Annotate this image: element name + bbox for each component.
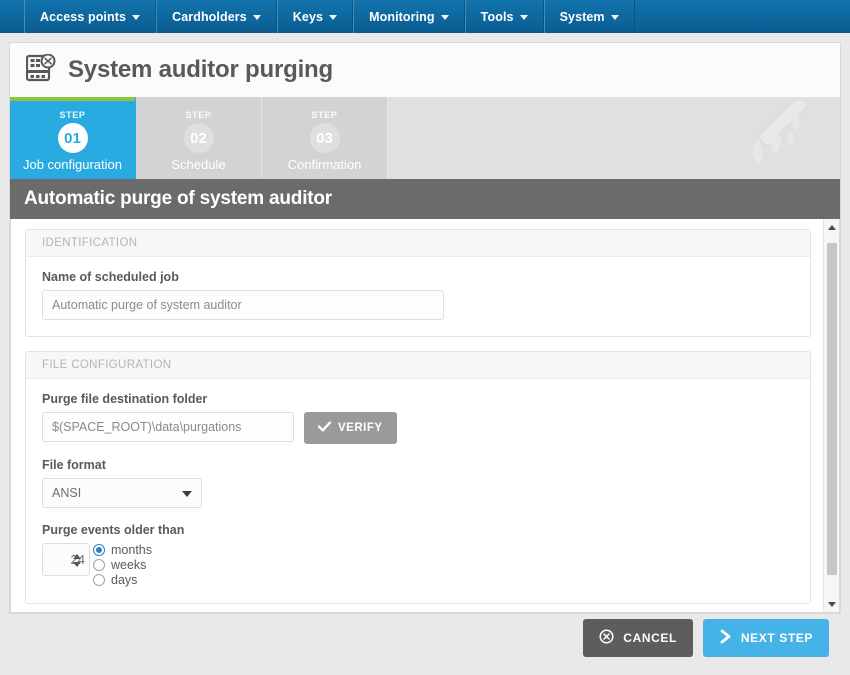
file-format-select-wrapper: ANSI bbox=[42, 478, 202, 508]
wizard-step-01[interactable]: STEP 01 Job configuration bbox=[10, 97, 136, 179]
wizard-card: System auditor purging STEP 01 Job confi… bbox=[9, 42, 841, 614]
step-label: Schedule bbox=[171, 157, 226, 172]
identification-panel: IDENTIFICATION Name of scheduled job bbox=[25, 229, 811, 337]
purge-amount-input[interactable] bbox=[42, 543, 90, 576]
nav-item-label: Access points bbox=[40, 9, 127, 24]
radio-label: days bbox=[111, 573, 138, 587]
step-word: STEP bbox=[185, 110, 212, 120]
file-format-label: File format bbox=[42, 458, 106, 472]
file-configuration-body: Purge file destination folder VERIFY bbox=[26, 379, 810, 603]
chevron-down-icon bbox=[252, 15, 261, 20]
chevron-down-icon bbox=[610, 15, 619, 20]
chevron-down-icon bbox=[329, 15, 338, 20]
radio-icon bbox=[93, 544, 105, 556]
nav-item-label: Cardholders bbox=[172, 9, 247, 24]
scrollbar-thumb[interactable] bbox=[827, 243, 837, 575]
magic-wand-icon bbox=[744, 97, 822, 179]
form-scroll-region: IDENTIFICATION Name of scheduled job FIL… bbox=[10, 219, 840, 613]
nav-item-label: Tools bbox=[480, 9, 514, 24]
radio-option-days[interactable]: days bbox=[93, 573, 152, 587]
nav-item-label: Keys bbox=[292, 9, 324, 24]
chevron-down-icon bbox=[519, 15, 528, 20]
chevron-down-icon bbox=[132, 15, 141, 20]
cancel-circle-icon bbox=[599, 628, 614, 647]
next-step-button[interactable]: NEXT STEP bbox=[702, 618, 829, 657]
radio-option-weeks[interactable]: weeks bbox=[93, 558, 152, 572]
verify-button-label: VERIFY bbox=[338, 422, 383, 434]
page-title: System auditor purging bbox=[68, 56, 333, 83]
next-step-button-label: NEXT STEP bbox=[740, 630, 813, 645]
radio-label: weeks bbox=[111, 558, 147, 572]
step-accent bbox=[262, 97, 387, 101]
identification-body: Name of scheduled job bbox=[26, 257, 810, 336]
wizard-steps: STEP 01 Job configuration STEP 02 Schedu… bbox=[10, 97, 840, 179]
purge-older-than-label: Purge events older than bbox=[42, 523, 185, 537]
page-container: System auditor purging STEP 01 Job confi… bbox=[0, 33, 850, 661]
step-number: 02 bbox=[183, 123, 214, 153]
purge-older-than-row: months weeks days bbox=[42, 543, 794, 587]
step-word: STEP bbox=[59, 110, 86, 120]
destination-folder-row: VERIFY bbox=[42, 412, 794, 444]
vertical-scrollbar[interactable] bbox=[823, 219, 839, 612]
step-number: 01 bbox=[57, 123, 88, 153]
stepper-arrows bbox=[73, 554, 81, 567]
scroll-down-arrow-icon bbox=[827, 601, 836, 607]
nav-item-tools[interactable]: Tools bbox=[464, 0, 544, 33]
file-configuration-heading: FILE CONFIGURATION bbox=[26, 352, 810, 379]
destination-folder-input[interactable] bbox=[42, 412, 294, 442]
wizard-step-02[interactable]: STEP 02 Schedule bbox=[136, 97, 262, 179]
nav-item-system[interactable]: System bbox=[543, 0, 635, 33]
active-step-accent bbox=[10, 97, 135, 101]
file-configuration-panel: FILE CONFIGURATION Purge file destinatio… bbox=[25, 351, 811, 604]
nav-item-keys[interactable]: Keys bbox=[276, 0, 354, 33]
cancel-button[interactable]: CANCEL bbox=[583, 618, 693, 657]
cancel-button-label: CANCEL bbox=[623, 630, 677, 645]
step-label: Job configuration bbox=[22, 157, 122, 172]
main-navigation-bar: Access points Cardholders Keys Monitorin… bbox=[0, 0, 850, 33]
purge-amount-stepper bbox=[42, 543, 90, 576]
job-name-label: Name of scheduled job bbox=[42, 270, 179, 284]
stepper-up-icon[interactable] bbox=[73, 554, 81, 559]
step-number: 03 bbox=[309, 123, 340, 153]
verify-button[interactable]: VERIFY bbox=[304, 412, 397, 444]
step-accent bbox=[136, 97, 261, 101]
chevron-down-icon bbox=[440, 15, 449, 20]
nav-item-access-points[interactable]: Access points bbox=[24, 0, 157, 33]
radio-icon bbox=[93, 559, 105, 571]
check-icon bbox=[317, 421, 332, 435]
page-header: System auditor purging bbox=[10, 43, 840, 97]
scrollbar-down-button[interactable] bbox=[824, 596, 839, 612]
stepper-down-icon[interactable] bbox=[73, 562, 81, 567]
purge-unit-radio-group: months weeks days bbox=[93, 543, 152, 587]
scrollbar-up-button[interactable] bbox=[824, 219, 839, 235]
wizard-steps-filler bbox=[388, 97, 840, 179]
wizard-step-03[interactable]: STEP 03 Confirmation bbox=[262, 97, 388, 179]
radio-label: months bbox=[111, 543, 152, 557]
nav-item-monitoring[interactable]: Monitoring bbox=[353, 0, 465, 33]
nav-item-label: System bbox=[559, 9, 605, 24]
job-name-input[interactable] bbox=[42, 290, 444, 320]
step-word: STEP bbox=[311, 110, 338, 120]
destination-folder-label: Purge file destination folder bbox=[42, 392, 208, 406]
form-content: IDENTIFICATION Name of scheduled job FIL… bbox=[11, 219, 839, 612]
server-purge-icon bbox=[25, 53, 56, 87]
identification-heading: IDENTIFICATION bbox=[26, 230, 810, 257]
wizard-action-bar: CANCEL NEXT STEP bbox=[9, 614, 841, 661]
file-format-select[interactable]: ANSI bbox=[42, 478, 202, 508]
radio-icon bbox=[93, 574, 105, 586]
step-label: Confirmation bbox=[287, 157, 362, 172]
nav-item-label: Monitoring bbox=[369, 9, 435, 24]
scroll-up-arrow-icon bbox=[827, 224, 836, 230]
chevron-right-icon bbox=[719, 629, 732, 647]
radio-option-months[interactable]: months bbox=[93, 543, 152, 557]
section-title-bar: Automatic purge of system auditor bbox=[10, 179, 840, 219]
nav-item-cardholders[interactable]: Cardholders bbox=[156, 0, 277, 33]
